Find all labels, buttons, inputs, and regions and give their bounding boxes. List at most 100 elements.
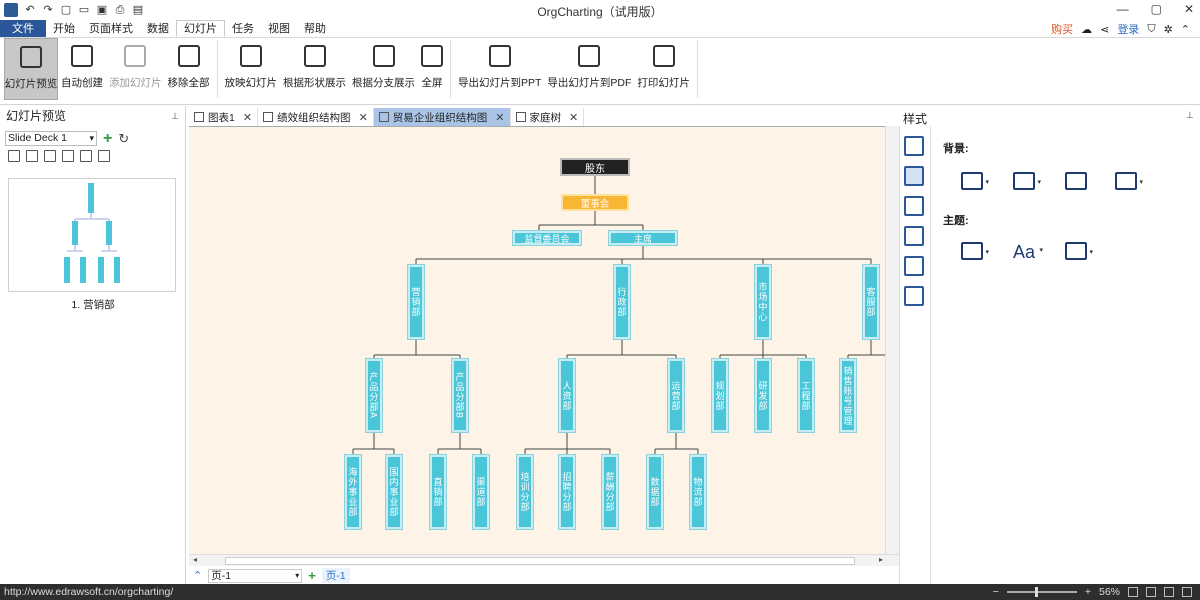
menu-help[interactable]: 帮助 [297,20,333,37]
org-node-sub[interactable]: 运营部 [667,358,685,433]
horizontal-scrollbar[interactable]: ◂ ▸ [189,554,899,566]
fit-page-icon[interactable] [1128,587,1138,597]
close-icon[interactable]: ✕ [1184,2,1194,16]
play-slides-button[interactable]: 放映幻灯片 [222,38,281,100]
org-node-dept[interactable]: 行政部 [613,264,631,340]
new-file-icon[interactable]: ▢ [60,4,72,16]
calendar-icon[interactable] [904,226,924,246]
close-tab-icon[interactable]: ✕ [243,111,252,124]
fit-width-icon[interactable] [1146,587,1156,597]
save-icon[interactable]: ▣ [96,4,108,16]
tab-chart1[interactable]: 图表1 ✕ [189,108,259,126]
scroll-thumb[interactable] [225,557,855,565]
fullscreen-button[interactable]: 全屏 [418,38,446,100]
contact-card-icon[interactable] [904,136,924,156]
org-node-leaf[interactable]: 数据部 [646,454,664,530]
org-node-chairman[interactable]: 主席 [608,230,678,246]
print-slides-button[interactable]: 打印幻灯片 [634,38,693,100]
org-node-leaf[interactable]: 培训分部 [516,454,534,530]
scroll-right-icon[interactable]: ▸ [879,555,883,564]
org-node-leaf[interactable]: 海外事业部 [344,454,362,530]
menu-slides[interactable]: 幻灯片 [176,20,225,37]
print-quick-icon[interactable]: ⎙ [114,4,126,16]
org-node-leaf[interactable]: 招聘分部 [558,454,576,530]
buy-link[interactable]: 购买 [1051,21,1073,37]
zoom-out-icon[interactable]: − [993,586,999,598]
list-icon[interactable] [904,196,924,216]
style-brush-icon[interactable] [904,166,924,186]
org-node-sub[interactable]: 人资部 [558,358,576,433]
slide-tool-2-icon[interactable] [26,150,38,162]
org-node-sub[interactable]: 产品分部A [365,358,383,433]
org-node-leaf[interactable]: 物流部 [689,454,707,530]
org-node-sub[interactable]: 工程部 [797,358,815,433]
org-node-leaf[interactable]: 薪酬分部 [601,454,619,530]
close-tab-icon[interactable]: ✕ [359,111,368,124]
redo-icon[interactable]: ↷ [42,4,54,16]
menu-data[interactable]: 数据 [140,20,176,37]
pin-icon[interactable]: ⊥ [171,106,179,126]
export-ppt-button[interactable]: 导出幻灯片到PPT [455,38,544,100]
open-folder-icon[interactable]: ▭ [78,4,90,16]
settings-flower-icon[interactable]: ✲ [1164,23,1173,36]
undo-icon[interactable]: ↶ [24,4,36,16]
slide-deck-select[interactable]: Slide Deck 1 [5,131,97,146]
export-pdf-button[interactable]: 导出幻灯片到PDF [544,38,634,100]
org-node-dept[interactable]: 市场中心 [754,264,772,340]
org-node-leaf[interactable]: 渠道部 [472,454,490,530]
slide-tool-5-icon[interactable] [80,150,92,162]
tab-family-tree[interactable]: 家庭树 ✕ [511,108,585,126]
show-by-shape-button[interactable]: 根据形状展示 [280,38,349,100]
scroll-left-icon[interactable]: ◂ [193,555,197,564]
slide-thumbnail[interactable] [8,178,176,292]
vertical-scrollbar[interactable] [885,126,899,566]
menu-home[interactable]: 开始 [46,20,82,37]
slide-tool-4-icon[interactable] [62,150,74,162]
watermark-icon[interactable]: ▾ [1115,172,1143,190]
view-mode-icon[interactable] [1182,587,1192,597]
maximize-icon[interactable]: ▢ [1151,2,1162,16]
menu-file[interactable]: 文件 [0,20,46,37]
org-node-leaf[interactable]: 直销部 [429,454,447,530]
close-tab-icon[interactable]: ✕ [495,111,504,124]
menu-tasks[interactable]: 任务 [225,20,261,37]
background-picture-icon[interactable] [1065,172,1087,190]
page-tab[interactable]: 页-1 [321,568,350,583]
login-link[interactable]: 登录 [1117,21,1139,37]
page-select[interactable]: 页-1 [208,568,303,583]
org-node-sub[interactable]: 研发部 [754,358,772,433]
slide-preview-button[interactable]: 幻灯片预览 [4,38,58,100]
background-image-icon[interactable]: ▾ [1013,172,1041,190]
menu-page-style[interactable]: 页面样式 [82,20,140,37]
org-node-dept[interactable]: 营销部 [407,264,425,340]
pin-icon[interactable]: ⊥ [1186,110,1194,121]
tab-trade-org[interactable]: 贸易企业组织结构图 ✕ [373,108,511,126]
org-node-sub[interactable]: 销售账号管理 [839,358,857,433]
minimize-icon[interactable]: — [1117,2,1129,16]
remove-all-button[interactable]: 移除全部 [165,38,213,100]
diagram-canvas[interactable]: 股东 董事会 监督委员会 主席 营销部 行政部 市场中心 客服部 产品分部A 产… [189,126,885,554]
zoom-in-icon[interactable]: + [1085,586,1091,598]
fullscreen-status-icon[interactable] [1164,587,1174,597]
export-icon[interactable]: ▤ [132,4,144,16]
add-slide-button[interactable]: 添加幻灯片 [106,38,165,100]
org-node-board[interactable]: 董事会 [561,194,629,211]
search-icon[interactable] [904,286,924,306]
add-deck-icon[interactable]: + [103,130,112,146]
tab-performance-org[interactable]: 绩效组织结构图 ✕ [258,108,374,126]
slide-tool-6-icon[interactable] [98,150,110,162]
background-fill-icon[interactable]: ▾ [961,172,989,190]
theme-font-icon[interactable]: Aa ▾ [1013,242,1043,262]
org-node-leaf[interactable]: 国内事业部 [385,454,403,530]
theme-layout-icon[interactable]: ▾ [961,242,989,260]
share-icon[interactable]: ⋖ [1100,23,1109,36]
org-node-sub[interactable]: 规划部 [711,358,729,433]
auto-create-button[interactable]: 自动创建 [58,38,106,100]
hierarchy-icon[interactable] [904,256,924,276]
cloud-icon[interactable]: ☁ [1081,23,1092,36]
show-by-branch-button[interactable]: 根据分支展示 [349,38,418,100]
org-node-root[interactable]: 股东 [560,158,630,176]
org-node-supervisory[interactable]: 监督委员会 [512,230,582,246]
refresh-icon[interactable]: ↻ [118,131,129,146]
org-node-sub[interactable]: 产品分部B [451,358,469,433]
